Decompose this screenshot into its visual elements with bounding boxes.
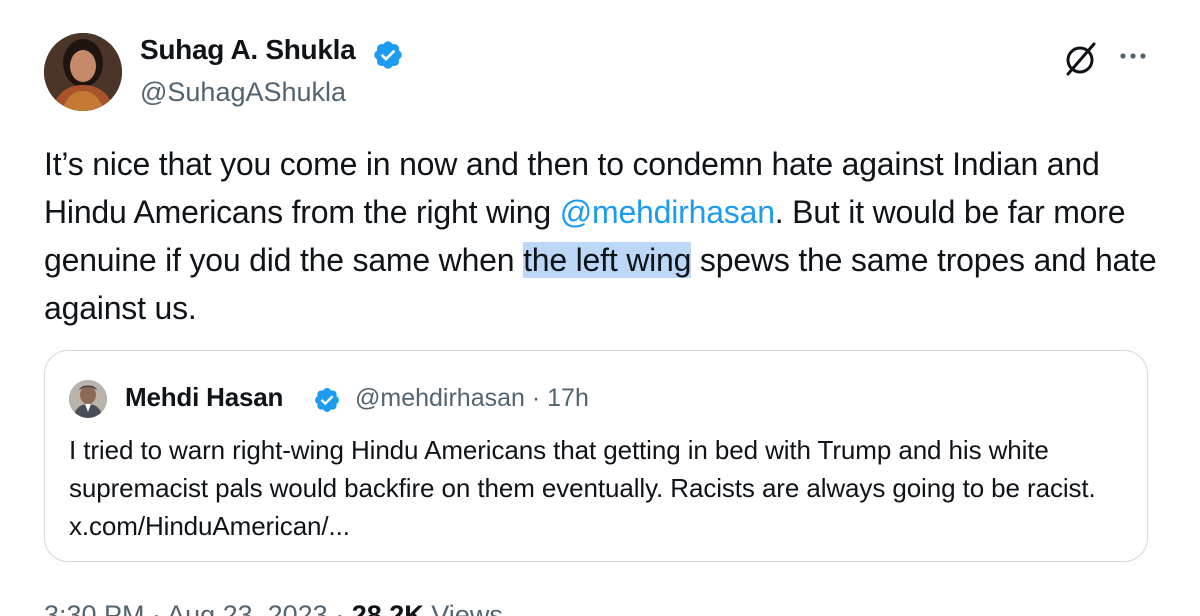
quoted-meta: @mehdirhasan · 17h (355, 384, 589, 412)
tweet-timestamp[interactable]: 3:30 PM · Aug 23, 2023 (44, 600, 328, 616)
selected-text: the left wing (523, 242, 692, 278)
mention-link[interactable]: @mehdirhasan (560, 194, 775, 230)
views-label: Views (431, 600, 503, 616)
quoted-time: 17h (547, 384, 589, 412)
tweet-text: It’s nice that you come in now and then … (44, 140, 1164, 332)
grok-icon[interactable] (1062, 40, 1100, 78)
verified-badge-icon (315, 388, 339, 412)
tweet-view: Suhag A. Shukla @SuhagAShukla It’s nice … (0, 0, 1200, 616)
verified-badge-icon[interactable] (372, 39, 404, 71)
views-count: 28.2K (351, 600, 424, 616)
quoted-author-handle: @mehdirhasan (355, 384, 525, 412)
quoted-avatar-image (69, 380, 107, 418)
author-avatar[interactable] (44, 33, 122, 111)
quoted-tweet-text: I tried to warn right-wing Hindu America… (69, 435, 1096, 541)
quoted-author-avatar (69, 380, 107, 418)
more-icon[interactable] (1115, 44, 1151, 68)
quoted-tweet-card[interactable]: Mehdi Hasan @mehdirhasan · 17h I tried t… (44, 350, 1148, 562)
quoted-author-name: Mehdi Hasan (125, 382, 284, 412)
author-name[interactable]: Suhag A. Shukla (140, 34, 356, 66)
avatar-image (44, 33, 122, 111)
author-handle[interactable]: @SuhagAShukla (140, 77, 346, 108)
tweet-footer: 3:30 PM · Aug 23, 2023 · 28.2K Views (44, 600, 503, 616)
